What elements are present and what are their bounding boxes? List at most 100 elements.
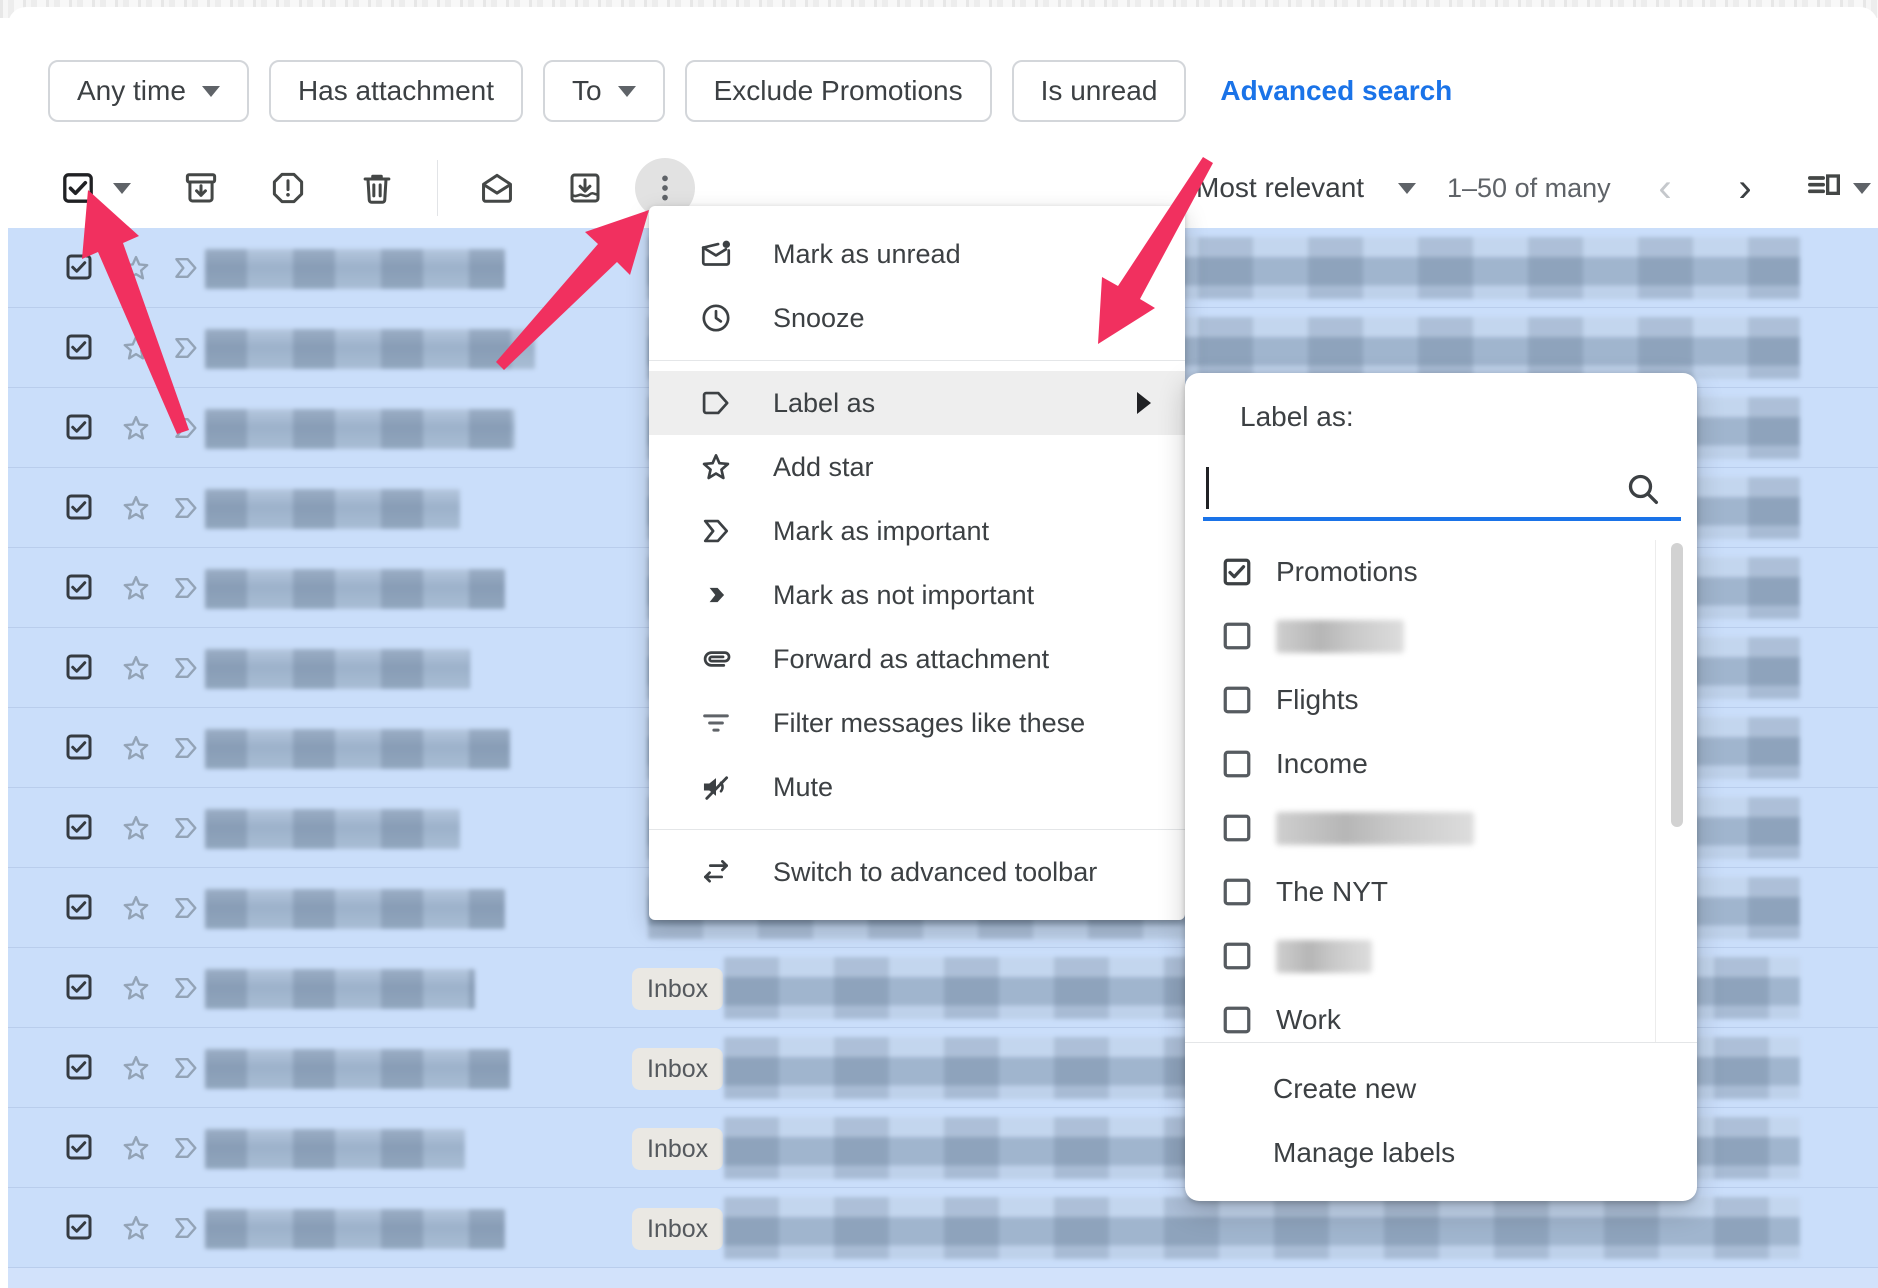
star-icon[interactable]: [120, 732, 152, 769]
chevron-left-icon: ‹: [1658, 168, 1671, 208]
row-checkbox[interactable]: [64, 652, 94, 687]
star-icon[interactable]: [120, 492, 152, 529]
row-checkbox[interactable]: [64, 332, 94, 367]
checkbox-icon[interactable]: [1222, 1005, 1252, 1035]
importance-marker-icon[interactable]: [170, 892, 202, 929]
label-option-redacted[interactable]: [1185, 604, 1697, 668]
row-checkbox[interactable]: [64, 412, 94, 447]
row-checkbox[interactable]: [64, 812, 94, 847]
star-icon[interactable]: [120, 572, 152, 609]
filter-chip-is-unread[interactable]: Is unread: [1012, 60, 1187, 122]
menu-item-mute[interactable]: Mute: [649, 755, 1185, 819]
sort-dropdown[interactable]: Most relevant: [1196, 148, 1416, 228]
star-icon[interactable]: [120, 892, 152, 929]
checkbox-icon[interactable]: [1222, 813, 1252, 843]
email-row[interactable]: [8, 1268, 1878, 1288]
row-checkbox[interactable]: [64, 1132, 94, 1167]
select-all-checkbox[interactable]: [56, 148, 100, 228]
row-checkbox[interactable]: [64, 1052, 94, 1087]
label-footer-manage-labels[interactable]: Manage labels: [1185, 1121, 1697, 1185]
row-checkbox[interactable]: [64, 972, 94, 1007]
star-icon[interactable]: [120, 1052, 152, 1089]
label-option-work[interactable]: Work: [1185, 988, 1697, 1042]
newer-page-button[interactable]: ‹: [1645, 148, 1685, 228]
label-name: Work: [1276, 1004, 1341, 1036]
star-icon[interactable]: [120, 1132, 152, 1169]
mark-as-read-button[interactable]: [472, 148, 522, 228]
filter-chip-to[interactable]: To: [543, 60, 665, 122]
label-icon: [699, 386, 733, 420]
label-search-input[interactable]: [1203, 461, 1681, 521]
menu-item-snooze[interactable]: Snooze: [649, 286, 1185, 350]
checkbox-icon[interactable]: [1222, 749, 1252, 779]
scrollbar-thumb[interactable]: [1671, 543, 1683, 827]
menu-item-add-star[interactable]: Add star: [649, 435, 1185, 499]
pagination-count: 1–50 of many: [1447, 148, 1611, 228]
menu-item-switch-to-advanced-toolbar[interactable]: Switch to advanced toolbar: [649, 840, 1185, 904]
menu-item-mark-as-important[interactable]: Mark as important: [649, 499, 1185, 563]
advanced-search-link[interactable]: Advanced search: [1220, 75, 1452, 107]
reading-pane-icon: [1804, 168, 1844, 208]
star-icon[interactable]: [120, 412, 152, 449]
importance-marker-icon[interactable]: [170, 1132, 202, 1169]
label-option-flights[interactable]: Flights: [1185, 668, 1697, 732]
label-option-redacted[interactable]: [1185, 924, 1697, 988]
importance-marker-icon[interactable]: [170, 972, 202, 1009]
split-pane-toggle[interactable]: [1798, 148, 1850, 228]
label-option-promotions[interactable]: Promotions: [1185, 540, 1697, 604]
checkbox-checked-icon[interactable]: [1222, 557, 1252, 587]
row-checkbox[interactable]: [64, 1212, 94, 1247]
star-icon[interactable]: [120, 332, 152, 369]
label-footer-create-new[interactable]: Create new: [1185, 1057, 1697, 1121]
row-checkbox[interactable]: [64, 892, 94, 927]
checkbox-icon[interactable]: [1222, 941, 1252, 971]
row-checkbox[interactable]: [64, 732, 94, 767]
star-icon[interactable]: [120, 652, 152, 689]
filter-chip-has-attachment[interactable]: Has attachment: [269, 60, 523, 122]
importance-marker-icon[interactable]: [170, 252, 202, 289]
label-as-dialog: Label as: PromotionsFlightsIncomeThe NYT…: [1185, 373, 1697, 1201]
delete-button[interactable]: [352, 148, 402, 228]
menu-item-label-as[interactable]: Label as: [649, 371, 1185, 435]
sender-redacted: [205, 649, 470, 689]
importance-marker-icon[interactable]: [170, 412, 202, 449]
label-option-income[interactable]: Income: [1185, 732, 1697, 796]
report-spam-button[interactable]: [263, 148, 313, 228]
label-option-redacted[interactable]: [1185, 796, 1697, 860]
split-pane-caret[interactable]: [1850, 148, 1874, 228]
importance-marker-icon[interactable]: [170, 332, 202, 369]
checkbox-icon[interactable]: [1222, 621, 1252, 651]
label-name-redacted: [1276, 620, 1404, 653]
label-option-the-nyt[interactable]: The NYT: [1185, 860, 1697, 924]
importance-marker-icon[interactable]: [170, 732, 202, 769]
row-checkbox[interactable]: [64, 572, 94, 607]
checkbox-icon[interactable]: [1222, 877, 1252, 907]
filter-chip-exclude-promotions[interactable]: Exclude Promotions: [685, 60, 992, 122]
archive-button[interactable]: [176, 148, 226, 228]
menu-item-filter-messages-like-these[interactable]: Filter messages like these: [649, 691, 1185, 755]
row-checkbox[interactable]: [64, 492, 94, 527]
sender-redacted: [205, 329, 535, 369]
select-dropdown-caret[interactable]: [104, 148, 140, 228]
star-icon[interactable]: [120, 972, 152, 1009]
star-icon[interactable]: [120, 812, 152, 849]
row-checkbox[interactable]: [64, 252, 94, 287]
older-page-button[interactable]: ›: [1725, 148, 1765, 228]
filter-chip-any-time[interactable]: Any time: [48, 60, 249, 122]
star-icon[interactable]: [120, 252, 152, 289]
checkbox-icon[interactable]: [1222, 685, 1252, 715]
menu-item-forward-as-attachment[interactable]: Forward as attachment: [649, 627, 1185, 691]
menu-item-mark-as-not-important[interactable]: Mark as not important: [649, 563, 1185, 627]
inbox-label-chip: Inbox: [632, 1128, 723, 1170]
move-to-button[interactable]: [560, 148, 610, 228]
importance-marker-icon[interactable]: [170, 1212, 202, 1249]
swap-icon: [699, 855, 733, 889]
importance-marker-icon[interactable]: [170, 492, 202, 529]
importance-marker-icon[interactable]: [170, 652, 202, 689]
importance-marker-icon[interactable]: [170, 812, 202, 849]
importance-marker-icon[interactable]: [170, 572, 202, 609]
importance-marker-icon[interactable]: [170, 1052, 202, 1089]
star-icon[interactable]: [120, 1212, 152, 1249]
sender-redacted: [205, 249, 505, 289]
menu-item-mark-as-unread[interactable]: Mark as unread: [649, 222, 1185, 286]
